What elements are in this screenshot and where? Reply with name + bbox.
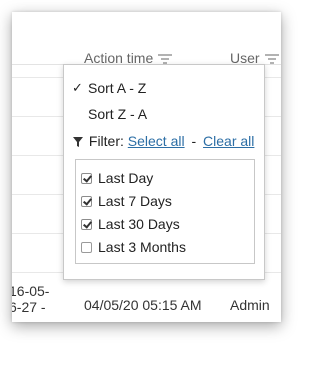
- checkbox[interactable]: [81, 173, 92, 184]
- option-label: Last Day: [98, 170, 154, 186]
- checkbox[interactable]: [81, 242, 92, 253]
- id-cell: 6-27 -: [12, 299, 46, 315]
- id-cell: 16-05-: [12, 283, 50, 299]
- filter-option-last-3-months[interactable]: Last 3 Months: [81, 237, 186, 257]
- funnel-icon: [73, 137, 83, 147]
- filter-label: Filter:: [88, 133, 124, 149]
- action-time-cell: 04/05/20 05:15 AM: [84, 297, 202, 313]
- filter-separator: -: [191, 133, 197, 149]
- table-header: Action time User: [12, 12, 281, 66]
- option-label: Last 30 Days: [98, 216, 180, 232]
- filter-option-last-7-days[interactable]: Last 7 Days: [81, 191, 172, 211]
- sort-desc-item[interactable]: Sort Z - A: [64, 102, 264, 126]
- filter-option-last-day[interactable]: Last Day: [81, 168, 153, 188]
- filter-lines-icon[interactable]: [264, 54, 280, 64]
- select-all-link[interactable]: Select all: [128, 133, 185, 149]
- sort-asc-item[interactable]: ✓ Sort A - Z: [64, 76, 264, 100]
- option-label: Last 3 Months: [98, 239, 186, 255]
- sort-desc-label: Sort Z - A: [88, 106, 148, 122]
- clear-all-link[interactable]: Clear all: [203, 133, 254, 149]
- checkbox[interactable]: [81, 196, 92, 207]
- user-cell: Admin: [230, 297, 270, 313]
- option-label: Last 7 Days: [98, 193, 172, 209]
- checkmark-icon: ✓: [72, 80, 83, 95]
- checkbox[interactable]: [81, 219, 92, 230]
- filter-lines-icon[interactable]: [157, 54, 173, 64]
- filter-option-last-30-days[interactable]: Last 30 Days: [81, 214, 180, 234]
- filter-options-list: Last Day Last 7 Days Last 30 Days Last 3…: [75, 159, 255, 264]
- sort-asc-label: Sort A - Z: [88, 80, 147, 96]
- column-filter-popup: ✓ Sort A - Z Sort Z - A Filter: Select a…: [63, 64, 265, 280]
- filter-controls: Filter: Select all - Clear all: [73, 131, 254, 151]
